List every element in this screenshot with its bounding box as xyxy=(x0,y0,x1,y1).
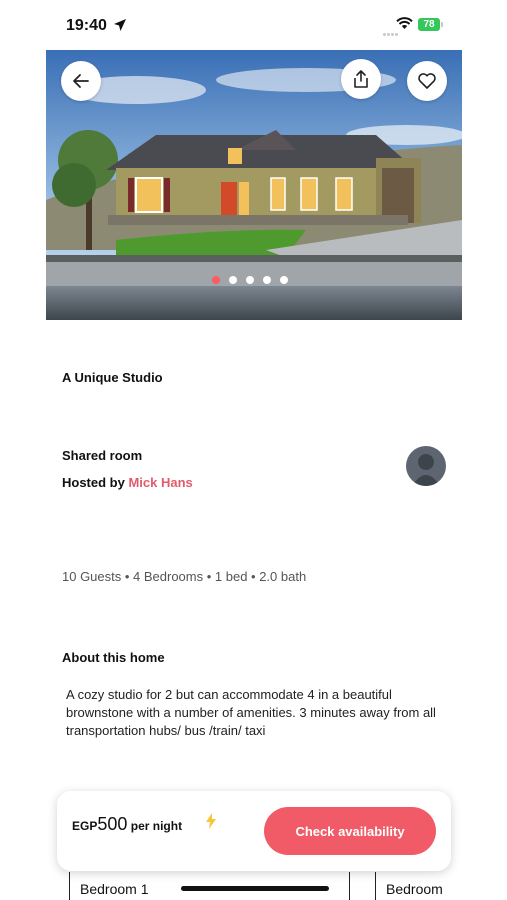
wifi-icon xyxy=(396,17,413,29)
booking-bar: EGP500 per night Check availability xyxy=(57,791,451,871)
bedroom-label: Bedroom xyxy=(386,881,443,897)
share-icon xyxy=(354,70,368,88)
about-text: A cozy studio for 2 but can accommodate … xyxy=(66,687,436,738)
price-currency: EGP xyxy=(72,819,98,833)
listing-photo[interactable] xyxy=(46,50,462,320)
user-avatar-icon xyxy=(412,454,440,486)
price-per-night: per night xyxy=(130,819,183,833)
hosted-by: Hosted by Mick Hans xyxy=(62,475,193,490)
listing-title: A Unique Studio xyxy=(62,370,163,385)
share-button[interactable] xyxy=(341,59,381,99)
room-type: Shared room xyxy=(62,448,143,463)
bolt-icon xyxy=(206,813,216,829)
listing-stats: 10 Guests • 4 Bedrooms • 1 bed • 2.0 bat… xyxy=(62,569,307,584)
photo-pagination[interactable] xyxy=(212,276,288,284)
back-arrow-icon xyxy=(73,74,89,88)
battery-indicator: 78 xyxy=(418,18,443,31)
hosted-by-label: Hosted by xyxy=(62,475,125,490)
host-name-link[interactable]: Mick Hans xyxy=(128,475,192,490)
bedroom-label: Bedroom 1 xyxy=(80,881,149,897)
price: EGP500 per night xyxy=(72,814,182,835)
pagination-dot-1[interactable] xyxy=(212,276,220,284)
favorite-button[interactable] xyxy=(407,61,447,101)
pagination-dot-4[interactable] xyxy=(263,276,271,284)
price-amount: 500 xyxy=(97,814,128,834)
back-button[interactable] xyxy=(61,61,101,101)
status-time: 19:40 xyxy=(66,17,107,34)
check-availability-button[interactable]: Check availability xyxy=(264,807,436,855)
home-indicator xyxy=(181,886,329,891)
pagination-dot-3[interactable] xyxy=(246,276,254,284)
host-avatar[interactable] xyxy=(406,446,446,486)
bedroom-card[interactable]: Bedroom xyxy=(375,872,507,900)
pagination-dot-5[interactable] xyxy=(280,276,288,284)
pagination-dot-2[interactable] xyxy=(229,276,237,284)
about-title: About this home xyxy=(62,650,165,665)
status-bar: 19:40 78 xyxy=(0,0,507,48)
heart-icon xyxy=(418,73,436,89)
location-arrow-icon xyxy=(114,19,126,31)
